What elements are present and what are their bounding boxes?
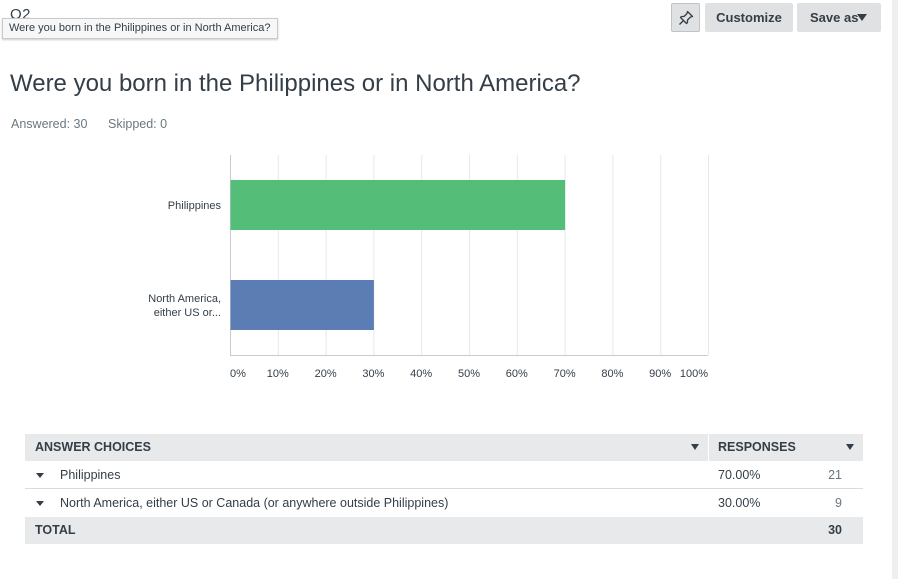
- x-tick-label: 90%: [649, 368, 671, 380]
- answer-choice: Philippines: [60, 468, 121, 482]
- header-divider: [708, 434, 709, 461]
- table-header: ANSWER CHOICES RESPONSES: [25, 434, 863, 461]
- sort-caret-icon[interactable]: [691, 444, 699, 450]
- x-tick-label: 10%: [267, 368, 289, 380]
- answer-choice: North America, either US or Canada (or a…: [60, 496, 449, 510]
- answer-choices-header[interactable]: ANSWER CHOICES: [35, 434, 151, 461]
- responses-header[interactable]: RESPONSES: [718, 434, 796, 461]
- x-tick-label: 60%: [506, 368, 528, 380]
- response-count: 9: [835, 496, 842, 510]
- bar: [230, 180, 566, 230]
- table-row: North America, either US or Canada (or a…: [25, 489, 863, 517]
- total-label: TOTAL: [35, 523, 76, 537]
- expand-caret-icon[interactable]: [36, 473, 44, 478]
- x-tick-label: 30%: [362, 368, 384, 380]
- total-row: TOTAL 30: [25, 517, 863, 544]
- x-tick-label: 80%: [601, 368, 623, 380]
- category-label: either US or...: [154, 307, 221, 319]
- x-tick-label: 40%: [410, 368, 432, 380]
- x-tick-label: 20%: [315, 368, 337, 380]
- x-tick-label: 100%: [680, 368, 708, 380]
- response-count: 21: [828, 468, 842, 482]
- x-tick-label: 0%: [230, 368, 246, 380]
- x-tick-label: 70%: [554, 368, 576, 380]
- response-percent: 70.00%: [718, 468, 761, 482]
- total-count: 30: [828, 523, 842, 537]
- category-label: Philippines: [168, 200, 222, 212]
- response-percent: 30.00%: [718, 496, 761, 510]
- table-row: Philippines 70.00% 21: [25, 461, 863, 489]
- x-tick-label: 50%: [458, 368, 480, 380]
- category-label: North America,: [148, 293, 221, 305]
- bar: [230, 280, 374, 330]
- sort-caret-icon[interactable]: [846, 444, 854, 450]
- expand-caret-icon[interactable]: [36, 501, 44, 506]
- bar-chart: 0% 10% 20% 30% 40% 50% 60% 70% 80% 90% 100% Philipp…: [148, 155, 709, 380]
